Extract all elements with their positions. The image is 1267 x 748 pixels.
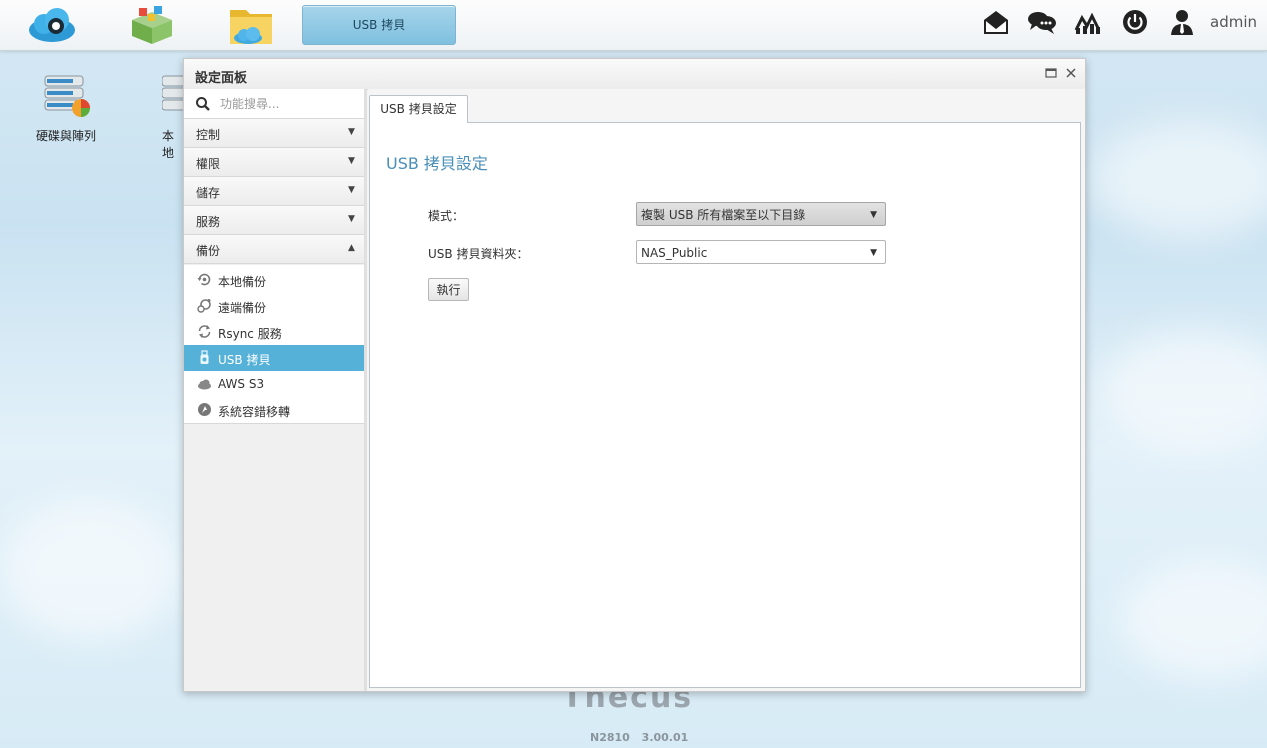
maximize-icon[interactable] xyxy=(1044,66,1058,80)
sidebar-item-label: 遠端備份 xyxy=(218,301,267,315)
settings-window: 設定面板 控制 ▼ 權限 ▼ 儲存 ▼ 服務 ▼ xyxy=(183,58,1086,692)
category-label: 儲存 xyxy=(196,186,221,200)
version-footer: N2810 3.00.01 xyxy=(590,731,696,744)
category-backup[interactable]: 備份 ▲ xyxy=(184,235,364,264)
taskbar: USB 拷貝 admin xyxy=(0,0,1267,51)
settings-content: USB 拷貝設定 USB 拷貝設定 模式： 複製 USB 所有檔案至以下目錄 ▼… xyxy=(368,89,1085,691)
admin-username[interactable]: admin xyxy=(1210,13,1257,31)
function-search xyxy=(184,89,364,119)
window-titlebar[interactable]: 設定面板 xyxy=(184,59,1085,90)
panel-title: USB 拷貝設定 xyxy=(386,154,488,173)
chevron-down-icon: ▼ xyxy=(348,127,355,137)
desktop-icon-disk-raid[interactable]: 硬碟與陣列 xyxy=(26,72,106,144)
chevron-down-icon: ▼ xyxy=(348,156,355,166)
mode-label: 模式： xyxy=(428,209,465,223)
run-button[interactable]: 執行 xyxy=(428,278,469,301)
sidebar-item-usb-copy[interactable]: USB 拷貝 xyxy=(184,345,364,371)
sidebar-item-label: USB 拷貝 xyxy=(218,353,271,367)
folder-select-value: NAS_Public xyxy=(641,246,708,260)
sidebar-item-aws-s3[interactable]: AWS S3 xyxy=(184,371,364,397)
chevron-down-icon: ▼ xyxy=(870,210,877,220)
usb-copy-folder-label: USB 拷貝資料夾： xyxy=(428,247,529,261)
sidebar-item-remote-backup[interactable]: 遠端備份 xyxy=(184,293,364,319)
mode-select[interactable]: 複製 USB 所有檔案至以下目錄 ▼ xyxy=(636,202,886,226)
category-storage[interactable]: 儲存 ▼ xyxy=(184,177,364,206)
power-icon[interactable] xyxy=(1121,8,1149,36)
model-label: N2810 xyxy=(590,731,630,744)
mode-select-value: 複製 USB 所有檔案至以下目錄 xyxy=(641,208,806,222)
remote-backup-icon xyxy=(197,298,212,313)
sidebar-item-label: 系統容錯移轉 xyxy=(218,405,291,419)
user-icon[interactable] xyxy=(1168,8,1196,36)
backup-submenu: 本地備份 遠端備份 Rsync 服務 USB 拷貝 AWS S3 系統容錯移轉 xyxy=(184,265,364,424)
system-monitor-icon[interactable] xyxy=(1074,8,1102,36)
search-icon xyxy=(195,96,211,112)
window-title: 設定面板 xyxy=(195,71,248,86)
chevron-down-icon: ▼ xyxy=(870,248,877,258)
sidebar-item-label: Rsync 服務 xyxy=(218,327,282,341)
settings-sidebar: 控制 ▼ 權限 ▼ 儲存 ▼ 服務 ▼ 備份 ▲ 本地備份 xyxy=(184,89,367,691)
sidebar-item-rsync[interactable]: Rsync 服務 xyxy=(184,319,364,345)
tab-usb-copy-settings[interactable]: USB 拷貝設定 xyxy=(369,95,468,123)
usb-copy-folder-select[interactable]: NAS_Public ▼ xyxy=(636,240,886,264)
chevron-up-icon: ▲ xyxy=(348,243,355,253)
mail-icon[interactable] xyxy=(982,8,1010,36)
category-label: 控制 xyxy=(196,128,221,142)
chat-icon[interactable] xyxy=(1027,8,1057,36)
local-backup-icon xyxy=(197,272,212,287)
sidebar-item-label: AWS S3 xyxy=(218,377,265,391)
category-label: 備份 xyxy=(196,244,221,258)
desktop-icon-label: 本地 xyxy=(162,129,175,160)
cloud-app-icon[interactable] xyxy=(26,4,78,46)
category-control[interactable]: 控制 ▼ xyxy=(184,119,364,148)
search-input[interactable] xyxy=(218,94,360,114)
category-label: 服務 xyxy=(196,215,221,229)
chevron-down-icon: ▼ xyxy=(348,185,355,195)
sidebar-item-local-backup[interactable]: 本地備份 xyxy=(184,267,364,293)
category-permissions[interactable]: 權限 ▼ xyxy=(184,148,364,177)
close-icon[interactable] xyxy=(1064,66,1078,80)
firmware-version-label: 3.00.01 xyxy=(641,731,689,744)
desktop-icon-label: 硬碟與陣列 xyxy=(35,129,96,143)
chevron-down-icon: ▼ xyxy=(348,214,355,224)
taskbar-usb-copy-button[interactable]: USB 拷貝 xyxy=(302,5,456,45)
sidebar-item-failover[interactable]: 系統容錯移轉 xyxy=(184,397,364,423)
category-services[interactable]: 服務 ▼ xyxy=(184,206,364,235)
rsync-icon xyxy=(197,324,212,339)
desktop-icon-local[interactable]: 本地 xyxy=(140,72,193,161)
app-center-icon[interactable] xyxy=(126,4,178,46)
disk-array-icon xyxy=(44,75,90,117)
sidebar-item-label: 本地備份 xyxy=(218,275,267,289)
cloud-icon xyxy=(197,376,212,391)
usb-icon xyxy=(197,350,212,365)
failover-icon xyxy=(197,402,212,417)
category-label: 權限 xyxy=(196,157,221,171)
usb-copy-panel: USB 拷貝設定 模式： 複製 USB 所有檔案至以下目錄 ▼ USB 拷貝資料… xyxy=(369,122,1081,688)
file-manager-icon[interactable] xyxy=(226,4,278,46)
